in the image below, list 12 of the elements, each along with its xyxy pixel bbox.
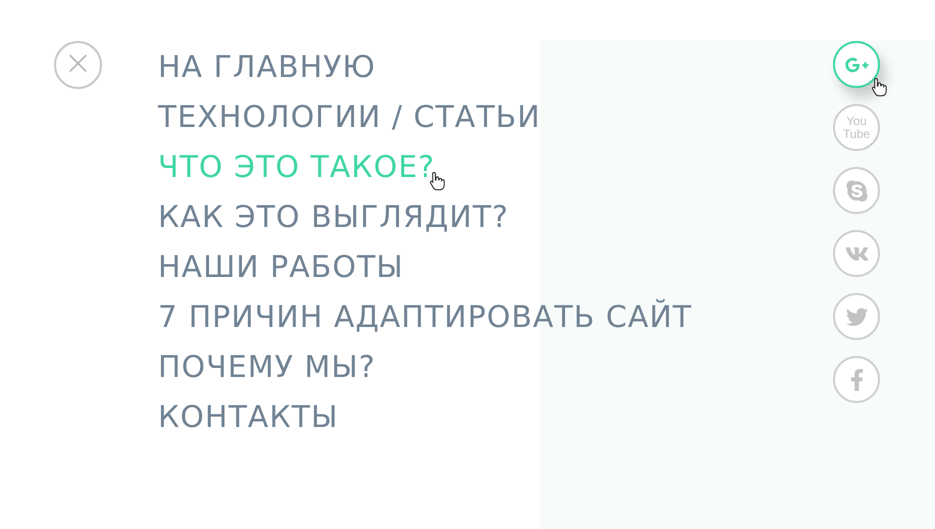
menu-link[interactable]: НАШИ РАБОТЫ — [158, 249, 404, 287]
hand-cursor-icon — [871, 77, 887, 97]
menu-link[interactable]: ТЕХНОЛОГИИ / СТАТЬИ — [158, 99, 541, 137]
menu-link[interactable]: 7 ПРИЧИН АДАПТИРОВАТЬ САЙТ — [158, 299, 692, 337]
close-button[interactable]: × — [54, 41, 102, 89]
menu-link[interactable]: ПОЧЕМУ МЫ? — [158, 349, 376, 387]
menu-link[interactable]: КОНТАКТЫ — [158, 399, 338, 437]
skype-icon — [844, 178, 868, 202]
menu-link[interactable]: КАК ЭТО ВЫГЛЯДИТ? — [158, 199, 509, 237]
menu-link[interactable]: НА ГЛАВНУЮ — [158, 49, 376, 87]
twitter-icon — [846, 306, 868, 328]
youtube-label: You Tube — [843, 114, 870, 140]
